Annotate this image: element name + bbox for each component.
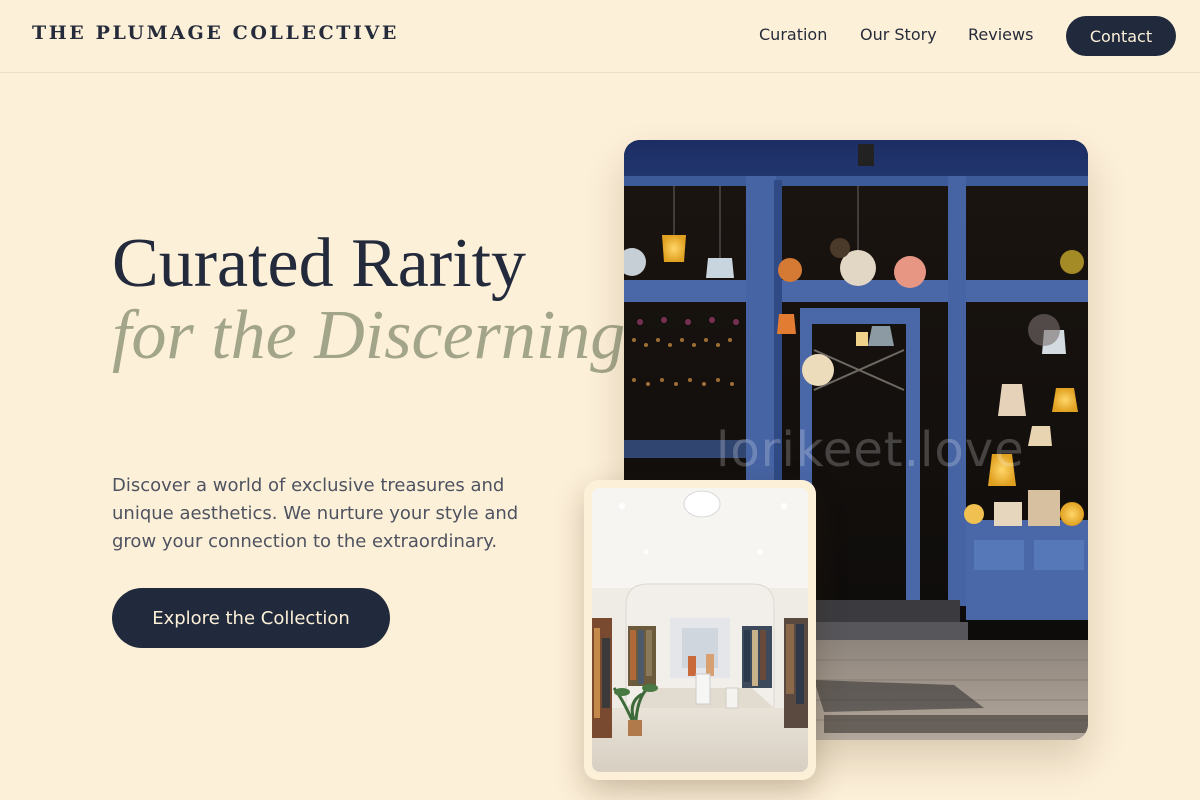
nav-link-curation[interactable]: Curation	[759, 25, 827, 44]
brand-logo[interactable]: THE PLUMAGE COLLECTIVE	[32, 22, 399, 44]
hero-title: Curated Rarity for the Discerning.	[112, 228, 643, 372]
nav-link-reviews[interactable]: Reviews	[968, 25, 1033, 44]
storefront-watermark: lorikeet.love	[716, 422, 1025, 478]
explore-collection-button[interactable]: Explore the Collection	[112, 588, 390, 648]
hero-title-line-1: Curated Rarity	[112, 225, 527, 302]
contact-button[interactable]: Contact	[1066, 16, 1176, 56]
hero-description: Discover a world of exclusive treasures …	[112, 475, 519, 552]
hero-title-line-2: for the Discerning.	[112, 297, 643, 374]
interior-image-card	[584, 480, 816, 780]
nav-link-our-story[interactable]: Our Story	[860, 25, 937, 44]
site-header: THE PLUMAGE COLLECTIVE Curation Our Stor…	[0, 0, 1200, 73]
boutique-interior-image	[592, 488, 808, 772]
